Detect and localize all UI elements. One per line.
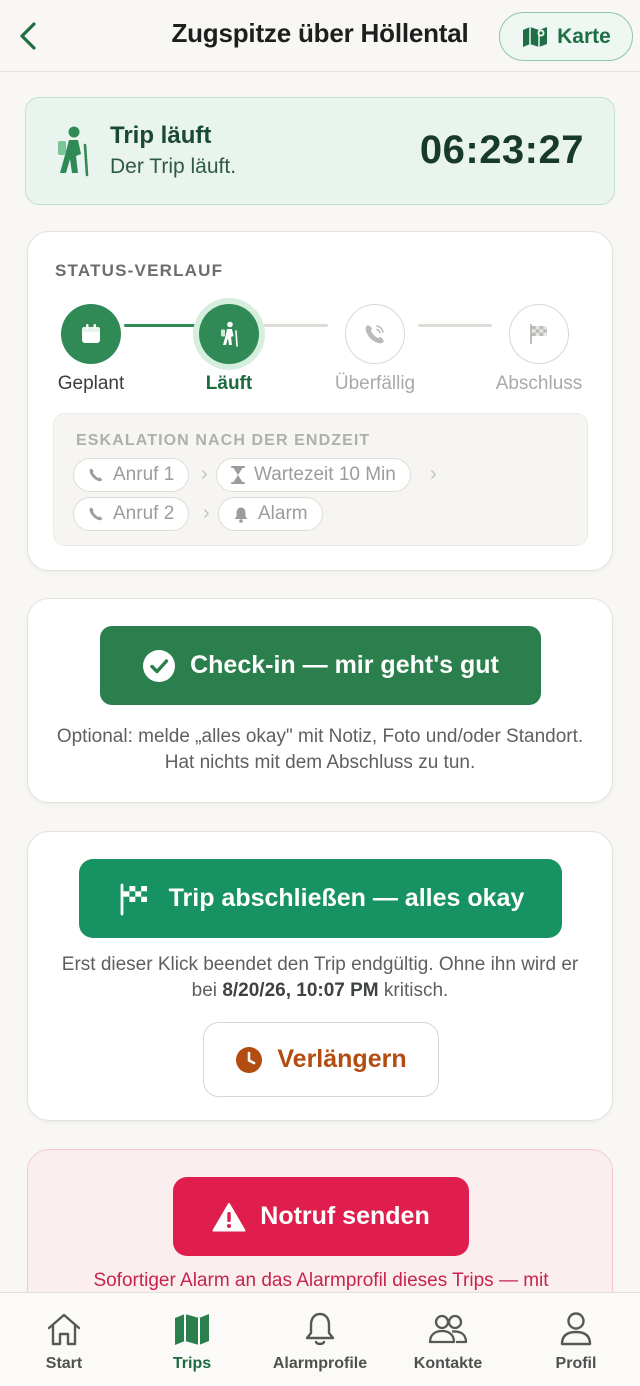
- phone-icon: [89, 507, 103, 521]
- people-icon: [428, 1314, 468, 1344]
- page-title: Zugspitze über Höllental: [171, 18, 469, 48]
- map-icon: [175, 1314, 209, 1345]
- finish-trip-button[interactable]: Trip abschließen — alles okay: [79, 859, 562, 938]
- step-planned: Geplant: [26, 304, 156, 395]
- chip-label: Anruf 2: [113, 503, 175, 524]
- step-finish: Abschluss: [474, 304, 604, 395]
- checkin-hint: Optional: melde „alles okay" mit Notiz, …: [56, 726, 584, 773]
- step-overdue: Überfällig: [310, 304, 440, 395]
- nav-label: Trips: [172, 1355, 212, 1372]
- status-history-card: STATUS-VERLAUF Geplant Läuft Überfällig …: [27, 231, 613, 571]
- step-running: Läuft: [164, 304, 294, 395]
- chip-label: Alarm: [258, 503, 308, 524]
- escalation-chip-call-2: Anruf 2: [73, 497, 190, 531]
- house-icon: [47, 1313, 81, 1346]
- bell-icon: [305, 1312, 335, 1346]
- emergency-hint: Sofortiger Alarm an das Alarmprofil dies…: [93, 1270, 549, 1291]
- emergency-button-label: Notruf senden: [260, 1202, 430, 1230]
- chevron-right-icon: ›: [201, 463, 208, 485]
- chevron-right-icon: ›: [203, 502, 210, 524]
- chip-label: Wartezeit 10 Min: [254, 464, 396, 485]
- trip-status-subtitle: Der Trip läuft.: [110, 155, 237, 178]
- trip-status-title: Trip läuft: [110, 122, 212, 149]
- step-label: Läuft: [205, 373, 253, 394]
- step-label: Überfällig: [334, 373, 416, 394]
- emergency-call-button[interactable]: Notruf senden: [173, 1177, 469, 1256]
- checkin-button[interactable]: Check-in — mir geht's gut: [100, 626, 541, 705]
- checkered-flag-icon: [530, 324, 547, 344]
- extend-button[interactable]: Verlängern: [203, 1022, 439, 1097]
- warning-icon: [212, 1202, 246, 1231]
- trip-timer: 06:23:27: [419, 128, 584, 172]
- nav-item-start[interactable]: Start: [0, 1293, 128, 1386]
- hiker-icon: [58, 126, 89, 177]
- bell-icon: [234, 507, 248, 523]
- status-history-heading: STATUS-VERLAUF: [55, 261, 224, 280]
- step-label: Geplant: [57, 373, 125, 394]
- back-button[interactable]: [8, 14, 48, 58]
- check-circle-icon: [143, 649, 176, 682]
- chevron-left-icon: [20, 22, 36, 50]
- nav-item-alarm-profiles[interactable]: Alarmprofile: [256, 1293, 384, 1386]
- map-button[interactable]: Karte: [499, 12, 633, 61]
- nav-label: Alarmprofile: [272, 1355, 368, 1372]
- phone-ringing-icon: [365, 325, 384, 344]
- hiker-icon: [221, 321, 238, 347]
- finish-deadline: 8/20/26, 10:07 PM: [222, 980, 379, 1001]
- escalation-heading: ESKALATION NACH DER ENDZEIT: [76, 432, 371, 449]
- map-icon: [523, 26, 548, 47]
- map-button-label: Karte: [557, 24, 611, 48]
- nav-label: Profil: [555, 1355, 597, 1372]
- nav-item-profile[interactable]: Profil: [512, 1293, 640, 1386]
- chip-label: Anruf 1: [113, 464, 175, 485]
- hourglass-icon: [231, 466, 245, 484]
- escalation-chip-alarm: Alarm: [218, 497, 323, 531]
- nav-label: Kontakte: [413, 1355, 483, 1372]
- checkered-flag-icon: [120, 883, 147, 915]
- chevron-right-icon: ›: [430, 463, 437, 485]
- nav-item-contacts[interactable]: Kontakte: [384, 1293, 512, 1386]
- checkin-card: Check-in — mir geht's gut Optional: meld…: [27, 598, 613, 803]
- nav-label: Start: [45, 1355, 83, 1372]
- finish-trip-button-label: Trip abschließen — alles okay: [168, 884, 525, 912]
- escalation-chip-call-1: Anruf 1: [73, 458, 190, 492]
- bottom-navigation: Start Trips Alarmprofile Kontakte Profil: [0, 1292, 640, 1386]
- escalation-box: ESKALATION NACH DER ENDZEIT Anruf 1 › Wa…: [53, 413, 588, 546]
- calendar-icon: [82, 324, 100, 343]
- person-icon: [560, 1312, 592, 1346]
- checkin-button-label: Check-in — mir geht's gut: [190, 651, 499, 679]
- step-label: Abschluss: [495, 373, 583, 394]
- nav-item-trips[interactable]: Trips: [128, 1293, 256, 1386]
- top-app-bar: Zugspitze über Höllental Karte: [0, 0, 640, 72]
- finish-hint: Erst dieser Klick beendet den Trip endgü…: [48, 952, 592, 1004]
- finish-hint-suffix: kritisch.: [383, 980, 449, 1001]
- phone-icon: [89, 468, 103, 482]
- finish-trip-card: Trip abschließen — alles okay Erst diese…: [27, 831, 613, 1121]
- trip-running-banner: Trip läuft Der Trip läuft. 06:23:27: [25, 97, 615, 205]
- extend-button-label: Verlängern: [277, 1045, 407, 1073]
- clock-icon: [236, 1046, 263, 1073]
- escalation-chip-wait: Wartezeit 10 Min: [216, 458, 411, 492]
